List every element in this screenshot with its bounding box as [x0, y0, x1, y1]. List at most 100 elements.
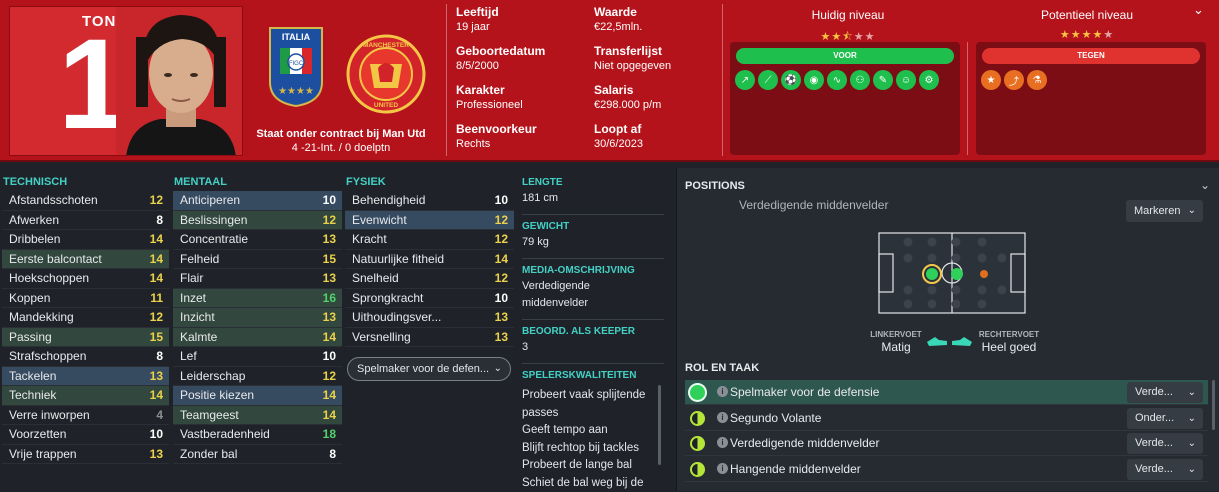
attribute-name: Vastberadenheid [180, 427, 270, 441]
info-icon[interactable]: i [717, 463, 728, 474]
vision-icon[interactable]: ◉ [804, 70, 824, 90]
attribute-row[interactable]: Snelheid12 [345, 269, 514, 289]
attribute-value: 10 [323, 349, 336, 363]
attribute-row[interactable]: Teamgeest14 [173, 406, 342, 426]
attribute-value: 13 [150, 447, 163, 461]
attribute-row[interactable]: Evenwicht12 [345, 211, 514, 231]
attribute-row[interactable]: Techniek14 [2, 386, 169, 406]
attribute-row[interactable]: Strafschoppen8 [2, 347, 169, 367]
attribute-row[interactable]: Passing15 [2, 328, 169, 348]
duty-dropdown[interactable]: Verde...⌄ [1127, 382, 1203, 403]
contract-expiry-value: 30/6/2023 [594, 137, 643, 152]
attribute-row[interactable]: Voorzetten10 [2, 425, 169, 445]
attribute-row[interactable]: Afwerken8 [2, 211, 169, 231]
player-portrait [116, 7, 243, 156]
player-trait: Probeert vaak splijtende passes [522, 387, 664, 422]
attribute-row[interactable]: Tackelen13 [2, 367, 169, 387]
chevron-down-icon[interactable]: ⌄ [1200, 178, 1210, 192]
attribute-row[interactable]: Eerste balcontact14 [2, 250, 169, 270]
svg-text:★★★★: ★★★★ [278, 86, 314, 97]
height-label: LENGTE [522, 176, 664, 190]
attribute-row[interactable]: Inzicht13 [173, 308, 342, 328]
attribute-row[interactable]: Lef10 [173, 347, 342, 367]
attribute-row[interactable]: Kracht12 [345, 230, 514, 250]
attribute-row[interactable]: Hoekschoppen14 [2, 269, 169, 289]
decisions-icon[interactable]: ✎ [873, 70, 893, 90]
attribute-row[interactable]: Uithoudingsver...13 [345, 308, 514, 328]
attribute-name: Voorzetten [9, 427, 66, 441]
mental-attributes: Anticiperen10Beslissingen12Concentratie1… [173, 191, 342, 464]
passing-icon[interactable]: ↗ [735, 70, 755, 90]
roles-scrollbar[interactable] [1212, 380, 1215, 430]
attribute-row[interactable]: Sprongkracht10 [345, 289, 514, 309]
composure-icon[interactable]: ☺ [896, 70, 916, 90]
attribute-row[interactable]: Dribbelen14 [2, 230, 169, 250]
teamwork-icon[interactable]: ⚇ [850, 70, 870, 90]
role-dropdown[interactable]: Spelmaker voor de defen... ⌄ [347, 357, 511, 381]
stamina-icon[interactable]: ∿ [827, 70, 847, 90]
attribute-row[interactable]: Positie kiezen14 [173, 386, 342, 406]
value-label: Waarde [594, 5, 642, 20]
chevron-down-icon[interactable]: ⌄ [1193, 2, 1204, 18]
role-row[interactable]: iVerdedigende middenvelderVerde...⌄ [685, 431, 1208, 456]
attribute-name: Kalmte [180, 330, 217, 344]
attribute-row[interactable]: Felheid15 [173, 250, 342, 270]
chevron-down-icon: ⌄ [1188, 459, 1196, 480]
flask-icon[interactable]: ⚗ [1027, 70, 1047, 90]
positions-heading: POSITIONS [685, 180, 745, 192]
chevron-down-icon: ⌄ [1188, 408, 1196, 429]
attribute-row[interactable]: Flair13 [173, 269, 342, 289]
technique-icon[interactable]: ⟋ [758, 70, 778, 90]
attribute-row[interactable]: Behendigheid10 [345, 191, 514, 211]
attribute-row[interactable]: Zonder bal8 [173, 445, 342, 465]
info-icon[interactable]: i [717, 412, 728, 423]
attribute-row[interactable]: Mandekking 12 [2, 308, 169, 328]
attribute-row[interactable]: Afstandsschoten12 [2, 191, 169, 211]
attribute-row[interactable]: Vrije trappen 13 [2, 445, 169, 465]
attribute-value: 11 [150, 291, 163, 305]
duty-value: Onder... [1135, 412, 1174, 424]
attribute-name: Vrije trappen [9, 447, 77, 461]
anticipation-icon[interactable]: ⚙ [919, 70, 939, 90]
attribute-name: Flair [180, 271, 203, 285]
info-icon[interactable]: i [717, 437, 728, 448]
star-icon[interactable]: ★ [981, 70, 1001, 90]
weaknesses-label: TEGEN [982, 48, 1200, 64]
attribute-row[interactable]: Beslissingen12 [173, 211, 342, 231]
left-foot-label: LINKERVOET [864, 330, 928, 339]
traits-scrollbar[interactable] [658, 385, 661, 465]
attribute-row[interactable]: Kalmte 14 [173, 328, 342, 348]
attribute-value: 12 [150, 310, 163, 324]
first-touch-icon[interactable]: ⚽ [781, 70, 801, 90]
duty-dropdown[interactable]: Onder... ⌄ [1127, 408, 1203, 429]
attribute-row[interactable]: Inzet16 [173, 289, 342, 309]
duty-value: Verde... [1135, 463, 1173, 475]
attribute-row[interactable]: Anticiperen10 [173, 191, 342, 211]
duty-dropdown[interactable]: Verde... ⌄ [1127, 459, 1203, 480]
role-row[interactable]: iSpelmaker voor de defensieVerde...⌄ [685, 380, 1208, 405]
attribute-value: 14 [323, 330, 336, 344]
attribute-value: 8 [156, 213, 163, 227]
attribute-row[interactable]: Leiderschap12 [173, 367, 342, 387]
role-row[interactable]: iSegundo VolanteOnder...⌄ [685, 406, 1208, 431]
crossing-icon[interactable]: ⤴ [1004, 70, 1024, 90]
attribute-name: Afstandsschoten [9, 193, 98, 207]
birthdate-value: 8/5/2000 [456, 59, 545, 74]
attribute-row[interactable]: Koppen11 [2, 289, 169, 309]
attribute-row[interactable]: Versnelling13 [345, 328, 514, 348]
duty-dropdown[interactable]: Verde...⌄ [1127, 433, 1203, 454]
age-info: Leeftijd 19 jaar [456, 5, 499, 35]
attribute-row[interactable]: Concentratie13 [173, 230, 342, 250]
attribute-row[interactable]: Vastberadenheid18 [173, 425, 342, 445]
potential-ability-stars: ★★★★★ [1027, 28, 1147, 41]
attribute-row[interactable]: Natuurlijke fitheid14 [345, 250, 514, 270]
role-row[interactable]: iHangende middenvelderVerde...⌄ [685, 457, 1208, 482]
marking-button[interactable]: Markeren ⌄ [1126, 200, 1203, 222]
attribute-name: Passing [9, 330, 52, 344]
attribute-value: 12 [495, 213, 508, 227]
attribute-name: Mandekking [9, 310, 74, 324]
info-icon[interactable]: i [717, 386, 728, 397]
attribute-value: 14 [323, 408, 336, 422]
attribute-row[interactable]: Verre inworpen4 [2, 406, 169, 426]
attribute-name: Sprongkracht [352, 291, 423, 305]
